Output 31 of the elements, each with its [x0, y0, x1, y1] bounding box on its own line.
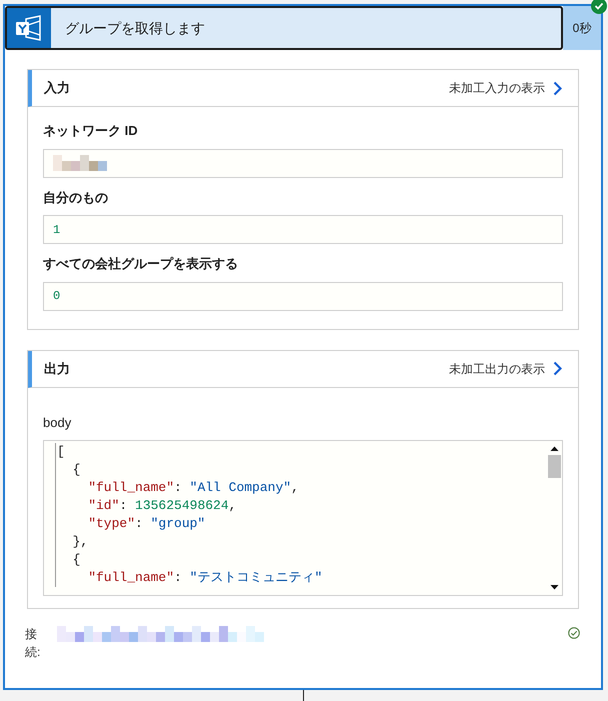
- code-viewer[interactable]: [ { "full_name": "All Company", "id": 135625498624, "type": "group" }, { "full_name": "テストコミュニティ": [43, 440, 563, 596]
- action-header[interactable]: グループを取得します: [5, 6, 563, 50]
- field-label: 自分のもの: [43, 188, 109, 206]
- action-title: グループを取得します: [65, 18, 205, 38]
- redacted-value-drawing: [53, 155, 107, 171]
- chevron-right-icon: [553, 361, 562, 376]
- duration-label: 0秒: [563, 6, 601, 50]
- field-label: ネットワーク ID: [43, 122, 139, 140]
- code-line: "full_name": "All Company",: [87, 479, 299, 497]
- panel-title: 入力: [44, 79, 70, 98]
- code-line: "type": "group": [87, 515, 206, 533]
- code-line: {: [72, 551, 80, 569]
- code-line: [: [57, 443, 65, 461]
- raw-view-link[interactable]: 未加工入力の表示: [449, 79, 562, 97]
- input-field[interactable]: [43, 148, 563, 178]
- body-label: body: [43, 414, 72, 432]
- connection-label: 接続:: [25, 626, 39, 661]
- field-label: すべての会社グループを表示する: [43, 255, 239, 273]
- raw-view-link[interactable]: 未加工出力の表示: [449, 360, 562, 378]
- code-line: {: [72, 461, 80, 479]
- scroll-down-icon: [550, 583, 559, 591]
- code-line: },: [72, 533, 88, 551]
- scroll-up-icon: [550, 445, 559, 453]
- input-field[interactable]: 0: [43, 282, 563, 310]
- code-line: "id": 135625498624,: [87, 497, 236, 515]
- panel-title: 出力: [44, 360, 70, 378]
- scrollbar-thumb[interactable]: [548, 455, 561, 478]
- chevron-right-icon: [553, 80, 562, 96]
- app-logo-icon: [7, 8, 51, 48]
- input-field[interactable]: 1: [43, 215, 563, 244]
- code-line: "full_name": "テストコミュニティ": [87, 569, 322, 587]
